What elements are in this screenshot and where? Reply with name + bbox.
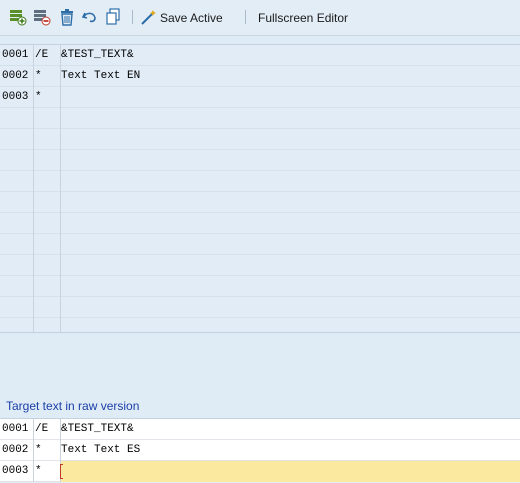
table-row[interactable]: 0002 * Text Text ES — [0, 440, 520, 461]
text-column[interactable]: Text Text ES — [61, 440, 520, 461]
text-column[interactable]: &TEST_TEXT& — [61, 419, 520, 440]
text-column[interactable] — [61, 87, 520, 108]
format-column[interactable]: * — [34, 440, 61, 461]
magic-wand-icon[interactable] — [140, 8, 158, 26]
table-row-active[interactable]: 0003 * — [0, 461, 520, 482]
format-column[interactable]: * — [34, 87, 61, 108]
empty-row[interactable] — [0, 297, 520, 318]
table-row[interactable]: 0001 /E &TEST_TEXT& — [0, 45, 520, 66]
copy-icon[interactable] — [105, 8, 123, 26]
empty-row[interactable] — [0, 192, 520, 213]
toolbar-separator — [132, 10, 133, 24]
undo-icon[interactable] — [81, 8, 99, 26]
line-number: 0001 — [0, 419, 34, 440]
text-column[interactable] — [61, 461, 520, 482]
line-number: 0003 — [0, 87, 34, 108]
text-column[interactable]: Text Text EN — [61, 66, 520, 87]
empty-row[interactable] — [0, 213, 520, 234]
editor-toolbar: Save Active Fullscreen Editor — [0, 0, 520, 36]
format-column[interactable]: /E — [34, 45, 61, 66]
target-text-title: Target text in raw version — [6, 399, 140, 413]
fullscreen-editor-button[interactable]: Fullscreen Editor — [258, 0, 348, 36]
table-row[interactable]: 0001 /E &TEST_TEXT& — [0, 419, 520, 440]
insert-line-icon[interactable] — [9, 8, 27, 26]
delete-line-icon[interactable] — [33, 8, 51, 26]
text-cursor — [60, 464, 63, 479]
line-number: 0002 — [0, 66, 34, 87]
empty-row[interactable] — [0, 234, 520, 255]
format-column[interactable]: /E — [34, 419, 61, 440]
format-column[interactable]: * — [34, 461, 61, 482]
format-column[interactable]: * — [34, 66, 61, 87]
empty-row[interactable] — [0, 171, 520, 192]
empty-row[interactable] — [0, 255, 520, 276]
line-number: 0002 — [0, 440, 34, 461]
source-text-editor[interactable]: 0001 /E &TEST_TEXT& 0002 * Text Text EN … — [0, 44, 520, 333]
empty-row[interactable] — [0, 318, 520, 332]
line-number: 0003 — [0, 461, 34, 482]
empty-row[interactable] — [0, 129, 520, 150]
table-row[interactable]: 0003 * — [0, 87, 520, 108]
line-number: 0001 — [0, 45, 34, 66]
empty-row[interactable] — [0, 276, 520, 297]
empty-row[interactable] — [0, 150, 520, 171]
text-column[interactable]: &TEST_TEXT& — [61, 45, 520, 66]
table-row[interactable]: 0002 * Text Text EN — [0, 66, 520, 87]
target-text-editor[interactable]: 0001 /E &TEST_TEXT& 0002 * Text Text ES … — [0, 418, 520, 482]
toolbar-separator — [245, 10, 246, 24]
empty-row[interactable] — [0, 108, 520, 129]
trash-icon[interactable] — [58, 8, 76, 26]
save-active-button[interactable]: Save Active — [160, 0, 223, 36]
